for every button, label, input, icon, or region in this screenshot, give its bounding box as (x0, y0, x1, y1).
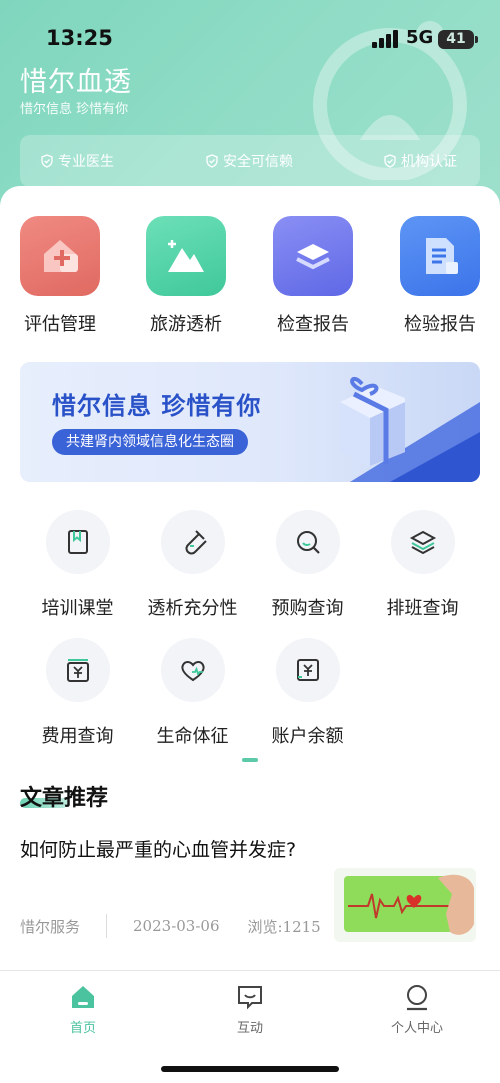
article-title: 如何防止最严重的心血管并发症? (20, 839, 297, 861)
layers-icon (273, 216, 353, 296)
stack-icon (390, 510, 455, 574)
status-time: 13:25 (46, 26, 113, 50)
badge-label: 机构认证 (401, 154, 457, 170)
article-date: 2023-03-06 (133, 917, 220, 935)
article-views: 浏览:1215 (247, 917, 321, 936)
article-card[interactable]: 如何防止最严重的心血管并发症? 惜尔服务 2023-03-06 浏览:1215 (20, 836, 480, 946)
service-training[interactable]: 培训课堂 (20, 510, 135, 620)
app-subtitle: 惜尔信息 珍惜有你 (20, 102, 129, 117)
tab-label: 互动 (236, 1021, 263, 1036)
entry-label: 评估管理 (24, 314, 96, 335)
service-dialysis-adequacy[interactable]: 透析充分性 (135, 510, 250, 620)
yen-square-icon (275, 638, 340, 702)
entry-examination-report[interactable]: 检查报告 (263, 216, 363, 336)
entry-label: 检查报告 (277, 314, 349, 335)
service-prepurchase-query[interactable]: 预购查询 (250, 510, 365, 620)
service-label: 培训课堂 (41, 598, 114, 619)
quick-entries: 评估管理 旅游透析 检查报告 检验报告 (0, 216, 500, 346)
mountain-icon (146, 216, 226, 296)
article-thumbnail (334, 864, 476, 942)
badge-label: 安全可信赖 (223, 154, 293, 170)
badge-professional-doctor: 专业医生 (40, 151, 114, 171)
tab-personal-center[interactable]: 个人中心 (367, 983, 467, 1036)
service-vital-signs[interactable]: 生命体征 (135, 638, 250, 748)
battery-icon: 41 (438, 30, 478, 49)
search-icon (275, 510, 340, 574)
service-schedule-query[interactable]: 排班查询 (365, 510, 480, 620)
status-bar: 13:25 5G 41 (0, 22, 500, 56)
service-label: 排班查询 (386, 598, 459, 619)
document-icon (400, 216, 480, 296)
cellular-signal-icon (372, 30, 398, 48)
shield-check-icon (206, 154, 218, 168)
service-label: 生命体征 (156, 726, 229, 747)
tab-label: 首页 (69, 1021, 96, 1036)
app-title: 惜尔血透 (20, 67, 132, 98)
service-label: 账户余额 (271, 726, 344, 747)
heartbeat-card-icon (334, 868, 476, 942)
banner-tagline: 共建肾内领域信息化生态圈 (52, 429, 248, 455)
section-title-articles: 文章推荐 (20, 786, 109, 811)
service-fee-query[interactable]: 费用查询 (20, 638, 135, 748)
services-grid: 培训课堂 透析充分性 预购查询 排班查询 费用查询 生命体征 账户余额 (0, 506, 500, 756)
service-account-balance[interactable]: 账户余额 (250, 638, 365, 748)
entry-travel-dialysis[interactable]: 旅游透析 (136, 216, 236, 336)
badge-safe-trusted: 安全可信赖 (205, 151, 293, 171)
banner-title: 惜尔信息 珍惜有你 (52, 392, 262, 420)
tab-label: 个人中心 (390, 1021, 443, 1036)
home-icon (72, 986, 94, 1008)
service-label: 透析充分性 (147, 598, 238, 619)
trust-badges: 专业医生 安全可信赖 机构认证 (20, 135, 480, 187)
promo-banner[interactable]: 惜尔信息 珍惜有你 共建肾内领域信息化生态圈 (20, 362, 480, 482)
meta-divider (106, 914, 108, 938)
user-icon (407, 985, 427, 1011)
badge-label: 专业医生 (58, 154, 114, 170)
article-meta: 惜尔服务 2023-03-06 浏览:1215 (20, 914, 321, 938)
entry-label: 旅游透析 (150, 314, 222, 335)
test-tube-icon (160, 510, 225, 574)
entry-lab-report[interactable]: 检验报告 (390, 216, 490, 336)
bookmark-book-icon (45, 510, 110, 574)
entry-assessment-management[interactable]: 评估管理 (10, 216, 110, 336)
badge-institution-certified: 机构认证 (383, 151, 457, 171)
service-label: 预购查询 (271, 598, 344, 619)
home-indicator (161, 1066, 339, 1072)
entry-label: 检验报告 (404, 314, 476, 335)
tab-interaction[interactable]: 互动 (200, 983, 300, 1036)
yen-box-icon (45, 638, 110, 702)
network-type: 5G (406, 27, 434, 48)
house-heart-icon (20, 216, 100, 296)
main-content: 评估管理 旅游透析 检查报告 检验报告 惜尔信息 珍惜有你 共建肾内领域信息化生… (0, 186, 500, 976)
page-indicator (242, 758, 258, 762)
tab-home[interactable]: 首页 (33, 983, 133, 1036)
shield-check-icon (384, 154, 396, 168)
chat-icon (238, 986, 262, 1010)
gift-box-icon (340, 377, 480, 482)
article-source: 惜尔服务 (20, 917, 81, 936)
shield-check-icon (41, 154, 53, 168)
service-label: 费用查询 (41, 726, 114, 747)
heart-pulse-icon (160, 638, 225, 702)
